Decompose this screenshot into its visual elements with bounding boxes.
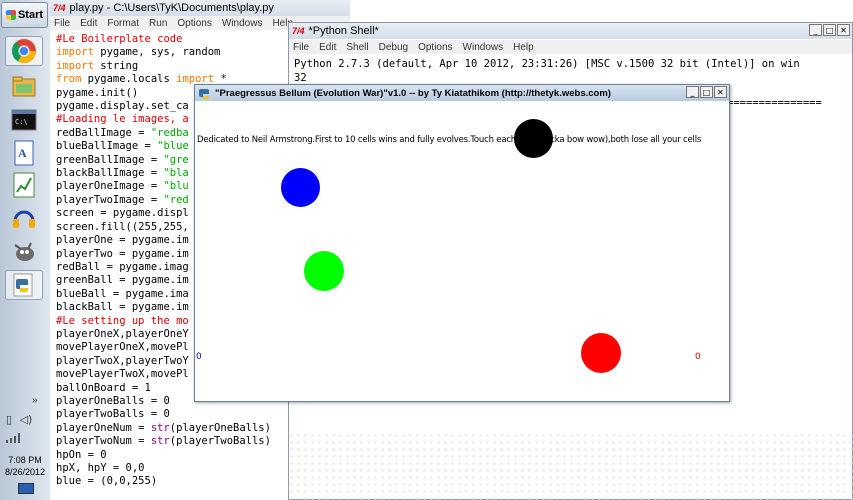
- system-tray: » ▯ ◁) 7:08 PM 8/26/2012: [0, 395, 50, 500]
- code-line: hpOn = 0: [56, 448, 107, 461]
- code-line: hpX, hpY = 0,0: [56, 462, 145, 474]
- start-label: Start: [17, 9, 44, 21]
- document-icon: A: [14, 140, 34, 166]
- gimp-taskbar-button[interactable]: [5, 236, 43, 266]
- shell-menu-shell[interactable]: Shell: [346, 42, 368, 53]
- chart-icon: [13, 172, 35, 198]
- minimize-icon[interactable]: _: [686, 86, 699, 98]
- chrome-taskbar-button[interactable]: [5, 36, 43, 66]
- explorer-taskbar-button[interactable]: [5, 72, 43, 102]
- signal-icon[interactable]: [6, 433, 20, 443]
- tray-icons: ▯ ◁): [6, 413, 32, 426]
- clock-time[interactable]: 7:08 PM: [0, 455, 50, 465]
- shell-separator: ===============: [727, 97, 822, 109]
- close-icon[interactable]: ✕: [837, 24, 850, 36]
- volume-icon[interactable]: ◁): [20, 413, 33, 426]
- code-line: blue = (0,0,255): [56, 475, 158, 488]
- editor-menu-options[interactable]: Options: [177, 18, 211, 29]
- svg-text:C:\: C:\: [15, 118, 28, 126]
- editor-titlebar[interactable]: 7/4 play.py - C:\Users\TyK\Documents\pla…: [50, 0, 350, 16]
- game-message: Dedicated to Neil Armstrong.First to 10 …: [197, 135, 702, 145]
- code-line: #Le Boilerplate code: [56, 33, 183, 45]
- black-ball: [514, 119, 553, 158]
- shell-titlebar[interactable]: 7/4 *Python Shell* _ □ ✕: [289, 23, 852, 39]
- close-icon[interactable]: ✕: [714, 86, 727, 98]
- shell-faded-text: [288, 432, 853, 500]
- editor-menu-run[interactable]: Run: [149, 18, 167, 29]
- shell-menu-file[interactable]: File: [293, 42, 309, 53]
- editor-menu-file[interactable]: File: [54, 18, 70, 29]
- taskbar: Start C:\ A » ▯ ◁) 7:08 PM 8/26/2012: [0, 0, 51, 500]
- shell-menu-debug[interactable]: Debug: [379, 42, 408, 53]
- shell-menu-edit[interactable]: Edit: [319, 42, 336, 53]
- editor-title: play.py - C:\Users\TyK\Documents\play.py: [69, 2, 274, 14]
- python-icon: [13, 273, 33, 297]
- minimize-icon[interactable]: _: [809, 24, 822, 36]
- green-ball: [304, 251, 344, 291]
- editor-menu-edit[interactable]: Edit: [80, 18, 97, 29]
- network-icon[interactable]: ▯: [6, 413, 12, 426]
- shell-title: *Python Shell*: [308, 25, 379, 37]
- show-desktop-icon[interactable]: [18, 483, 34, 494]
- chrome-icon: [11, 39, 36, 64]
- gimp-icon: [14, 242, 34, 261]
- red-ball: [581, 333, 621, 373]
- shell-menubar: File Edit Shell Debug Options Windows He…: [289, 40, 852, 54]
- code-line: playerTwoBalls = 0: [56, 408, 170, 421]
- headphones-icon: [13, 210, 35, 228]
- shell-output-line: Python 2.7.3 (default, Apr 10 2012, 23:3…: [294, 58, 800, 70]
- folder-icon: [12, 76, 36, 97]
- editor-menu-windows[interactable]: Windows: [222, 18, 263, 29]
- shell-window-controls: _ □ ✕: [809, 24, 850, 36]
- code-line: playerOneNum = str(playerOneBalls): [56, 421, 271, 434]
- shell-menu-options[interactable]: Options: [418, 42, 452, 53]
- chart-taskbar-button[interactable]: [5, 170, 43, 200]
- maximize-icon[interactable]: □: [700, 86, 713, 98]
- shell-menu-help[interactable]: Help: [513, 42, 534, 53]
- game-window-controls: _ □ ✕: [686, 86, 727, 98]
- editor-menu-format[interactable]: Format: [107, 18, 139, 29]
- game-window: "Praegressus Bellum (Evolution War)"v1.0…: [194, 84, 730, 402]
- maximize-icon[interactable]: □: [823, 24, 836, 36]
- game-titlebar[interactable]: "Praegressus Bellum (Evolution War)"v1.0…: [195, 85, 729, 101]
- player-one-score: 0: [196, 352, 202, 362]
- pygame-snake-icon: [199, 88, 209, 99]
- idle-icon: 7/4: [53, 3, 66, 13]
- tray-expand-icon[interactable]: »: [32, 395, 38, 406]
- svg-text:A: A: [18, 146, 27, 160]
- windows-logo-icon: [5, 10, 16, 20]
- code-line: playerTwoNum = str(playerTwoBalls): [56, 435, 271, 448]
- game-title: "Praegressus Bellum (Evolution War)"v1.0…: [215, 87, 611, 99]
- game-canvas[interactable]: Dedicated to Neil Armstrong.First to 10 …: [195, 101, 729, 401]
- idle-icon: 7/4: [292, 26, 305, 36]
- cmd-taskbar-button[interactable]: C:\: [5, 105, 43, 135]
- shell-menu-windows[interactable]: Windows: [463, 42, 504, 53]
- python-taskbar-button[interactable]: [5, 270, 43, 300]
- media-taskbar-button[interactable]: [5, 203, 43, 233]
- code-line: import pygame, sys, random: [56, 46, 221, 59]
- start-button[interactable]: Start: [1, 2, 48, 28]
- clock-date[interactable]: 8/26/2012: [0, 467, 50, 477]
- word-taskbar-button[interactable]: A: [5, 138, 43, 168]
- code-line: import string: [56, 59, 139, 72]
- player-two-score: 0: [695, 352, 701, 362]
- terminal-icon: C:\: [11, 109, 37, 131]
- blue-ball: [281, 168, 320, 207]
